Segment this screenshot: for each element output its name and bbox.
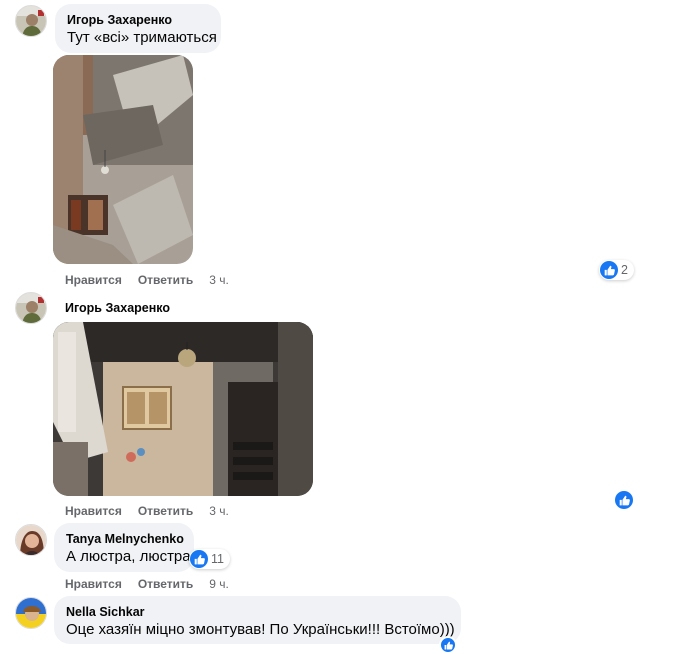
comment-author[interactable]: Игорь Захаренко — [65, 300, 170, 316]
reaction-count[interactable]: 2 — [599, 260, 634, 280]
comment-text: А люстра, люстра — [66, 548, 191, 565]
avatar[interactable] — [15, 597, 47, 629]
like-link[interactable]: Нравится — [65, 504, 122, 518]
comment-photo[interactable] — [53, 55, 193, 264]
comment-bubble: Nella Sichkar Оце хазяїн міцно змонтував… — [54, 596, 461, 644]
comment-bubble: Игорь Захаренко Тут «всі» тримаються — [55, 4, 221, 53]
comment-photo[interactable] — [53, 322, 313, 496]
avatar[interactable] — [15, 5, 47, 37]
reply-link[interactable]: Ответить — [138, 273, 193, 287]
like-icon[interactable] — [613, 489, 635, 511]
comment-bubble: Tanya Melnychenko А люстра, люстра — [54, 523, 194, 572]
comment-time[interactable]: 3 ч. — [209, 273, 229, 287]
reaction-count[interactable]: 11 — [189, 549, 230, 569]
comment-author[interactable]: Tanya Melnychenko — [66, 531, 184, 547]
avatar[interactable] — [15, 524, 47, 556]
comment-time[interactable]: 3 ч. — [209, 504, 229, 518]
comment-time[interactable]: 9 ч. — [209, 577, 229, 591]
reply-link[interactable]: Ответить — [138, 504, 193, 518]
comment-author[interactable]: Nella Sichkar — [66, 604, 449, 620]
comment-text: Оце хазяїн міцно змонтував! По Українськ… — [66, 621, 455, 638]
comment-author[interactable]: Игорь Захаренко — [67, 12, 209, 28]
comment-actions: Нравится Ответить 3 ч. — [65, 273, 229, 287]
avatar[interactable] — [15, 292, 47, 324]
like-link[interactable]: Нравится — [65, 577, 122, 591]
comment-actions: Нравится Ответить 3 ч. — [65, 504, 229, 518]
reaction-number: 11 — [211, 552, 224, 566]
comment-text: Тут «всі» тримаються — [67, 29, 217, 46]
comment-actions: Нравится Ответить 9 ч. — [65, 577, 229, 591]
reply-link[interactable]: Ответить — [138, 577, 193, 591]
like-link[interactable]: Нравится — [65, 273, 122, 287]
like-icon — [190, 550, 208, 568]
like-icon[interactable] — [439, 636, 457, 654]
like-icon — [600, 261, 618, 279]
reaction-number: 2 — [621, 263, 628, 277]
